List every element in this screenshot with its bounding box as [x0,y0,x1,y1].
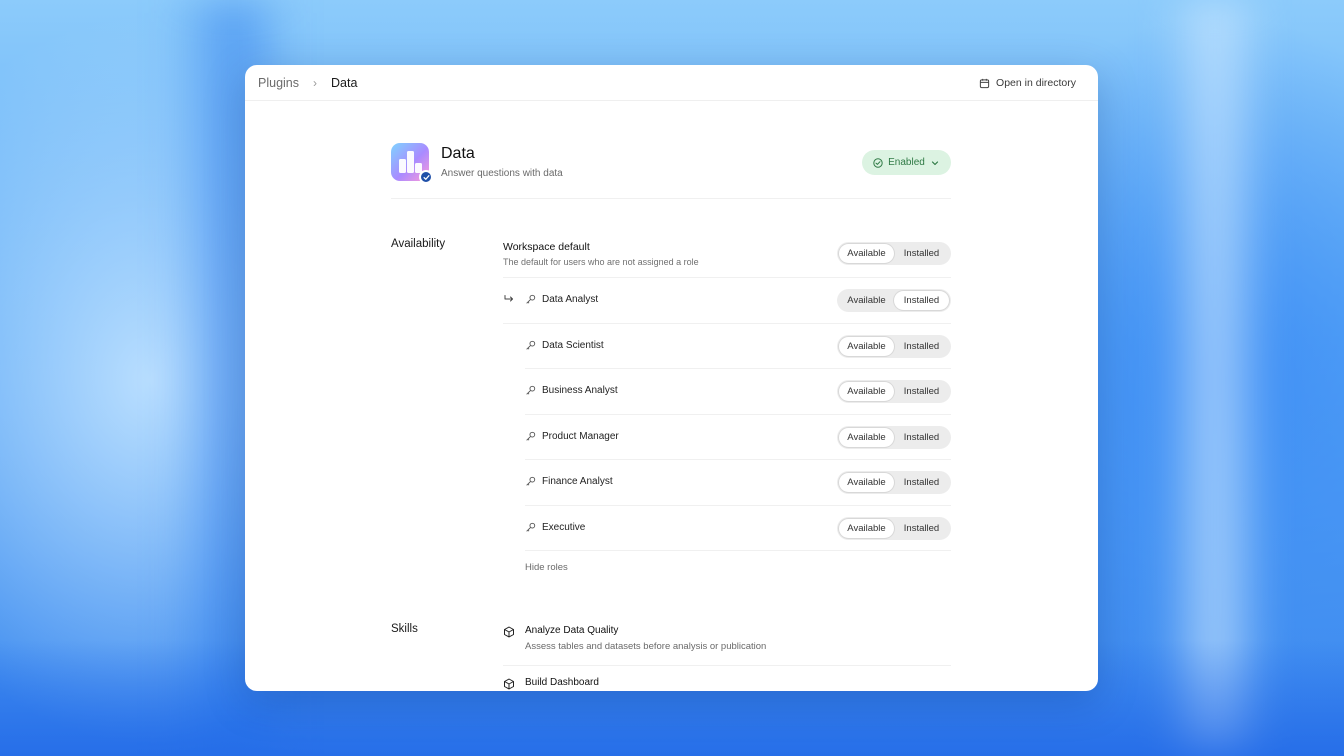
available-option[interactable]: Available [839,382,894,401]
skills-section-label: Skills [391,623,418,635]
availability-section-label: Availability [391,238,446,250]
role-toggle: Available Installed [837,516,951,540]
role-toggle: Available Installed [837,334,951,358]
installed-option[interactable]: Installed [894,519,949,538]
available-option[interactable]: Available [839,518,894,538]
workspace-default-row: Workspace default The default for users … [503,231,951,278]
key-icon [526,431,536,441]
available-option[interactable]: Available [839,473,894,492]
workspace-default-title: Workspace default [503,241,590,253]
role-row-data-analyst: Data Analyst Available Installed [503,278,951,324]
check-circle-icon [873,157,883,168]
skill-title: Build Dashboard [525,677,599,688]
breadcrumb-separator: › [313,75,317,90]
role-name: Executive [542,521,586,533]
role-name: Data Scientist [542,339,604,351]
role-row-finance-analyst: Finance Analyst Available Installed [525,460,951,506]
role-name: Product Manager [542,430,619,442]
installed-option[interactable]: Installed [894,382,949,401]
key-icon [526,476,536,486]
available-option[interactable]: Available [839,427,894,447]
skills-list: Analyze Data Quality Assess tables and d… [503,619,951,691]
available-option[interactable]: Available [839,291,894,310]
role-toggle: Available Installed [837,471,951,494]
skill-description: Assess tables and datasets before analys… [525,641,767,652]
cube-icon [504,626,514,638]
workspace-default-toggle: Available Installed [837,242,951,265]
page-subtitle: Answer questions with data [441,168,563,179]
enabled-status-dropdown[interactable]: Enabled [862,150,951,175]
role-row-business-analyst: Business Analyst Available Installed [525,369,951,415]
role-name: Data Analyst [542,294,599,305]
key-icon [526,294,536,304]
workspace-default-description: The default for users who are not assign… [503,257,699,267]
open-in-directory-label: Open in directory [996,77,1076,89]
skill-title: Analyze Data Quality [525,625,619,636]
breadcrumb-plugins-link[interactable]: Plugins [258,76,299,90]
breadcrumb: Plugins › Data Open in directory [245,65,1098,101]
chevron-down-icon [931,160,938,165]
installed-option[interactable]: Installed [894,291,949,310]
role-row-product-manager: Product Manager Available Installed [525,415,951,460]
installed-option[interactable]: Installed [894,473,949,492]
verified-badge-icon [419,170,433,184]
available-option[interactable]: Available [839,244,894,263]
skill-item[interactable]: Analyze Data Quality Assess tables and d… [503,619,951,666]
role-row-executive: Executive Available Installed [525,506,951,551]
skill-item[interactable]: Build Dashboard [503,666,951,691]
availability-list: Workspace default The default for users … [503,231,951,573]
enabled-status-label: Enabled [888,157,925,168]
available-option[interactable]: Available [839,336,894,356]
key-icon [526,340,536,350]
hide-roles-link[interactable]: Hide roles [525,562,568,573]
plugin-header: Data Answer questions with data Enabled [391,101,951,199]
key-icon [526,522,536,532]
role-name: Finance Analyst [542,476,613,487]
breadcrumb-current: Data [331,75,358,90]
open-in-directory-button[interactable]: Open in directory [979,65,1076,101]
installed-option[interactable]: Installed [894,428,949,447]
role-row-data-scientist: Data Scientist Available Installed [525,324,951,369]
role-name: Business Analyst [542,385,618,396]
role-toggle: Available Installed [837,289,951,312]
return-arrow-icon [504,295,513,302]
cube-icon [504,678,514,690]
installed-option[interactable]: Installed [894,244,949,263]
plugin-window: Plugins › Data Open in directory Data An… [245,65,1098,691]
key-icon [526,385,536,395]
page-title: Data [441,145,475,162]
installed-option[interactable]: Installed [894,337,949,356]
directory-icon [979,78,990,88]
role-toggle: Available Installed [837,425,951,449]
plugin-details: Data Answer questions with data Enabled … [391,101,951,690]
role-toggle: Available Installed [837,380,951,403]
